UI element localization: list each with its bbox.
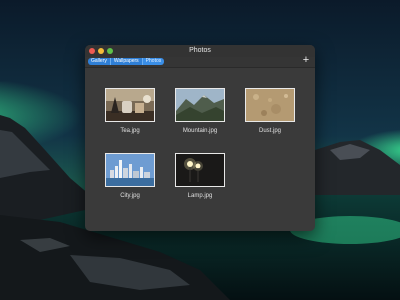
city-photo-thumbnail[interactable] <box>105 153 155 187</box>
dust-photo-thumbnail[interactable] <box>245 88 295 122</box>
breadcrumb-wallpapers[interactable]: Wallpapers <box>109 58 142 65</box>
breadcrumb-gallery[interactable]: Gallery <box>88 58 110 65</box>
tea-photo-thumbnail[interactable] <box>105 88 155 122</box>
photo-grid: Tea.jpg Mountain.jpg Dust.jpg City.jpg L… <box>85 68 315 231</box>
mountain-photo-thumbnail[interactable] <box>175 88 225 122</box>
photo-item-dust[interactable]: Dust.jpg <box>242 88 298 144</box>
window-title: Photos <box>189 47 211 54</box>
lamp-photo-icon <box>176 154 224 186</box>
photo-caption: Tea.jpg <box>120 128 140 134</box>
photos-window: Photos Gallery Wallpapers Photos + Tea.j… <box>85 45 315 231</box>
dust-photo-icon <box>246 89 294 121</box>
photo-caption: Dust.jpg <box>258 128 281 134</box>
add-button[interactable]: + <box>301 54 311 66</box>
photo-caption: Mountain.jpg <box>182 128 218 134</box>
lamp-photo-thumbnail[interactable] <box>175 153 225 187</box>
breadcrumb-photos[interactable]: Photos <box>141 58 165 65</box>
breadcrumb: Gallery Wallpapers Photos <box>88 58 165 65</box>
tea-photo-icon <box>106 89 154 121</box>
photo-item-tea[interactable]: Tea.jpg <box>102 88 158 144</box>
photo-caption: Lamp.jpg <box>187 193 213 199</box>
photo-item-city[interactable]: City.jpg <box>102 153 158 209</box>
photo-item-lamp[interactable]: Lamp.jpg <box>172 153 228 209</box>
mountain-photo-icon <box>176 89 224 121</box>
photo-item-mountain[interactable]: Mountain.jpg <box>172 88 228 144</box>
city-photo-icon <box>106 154 154 186</box>
photo-caption: City.jpg <box>120 193 140 199</box>
title-bar[interactable]: Photos <box>85 45 315 57</box>
toolbar: Gallery Wallpapers Photos + <box>85 54 315 68</box>
